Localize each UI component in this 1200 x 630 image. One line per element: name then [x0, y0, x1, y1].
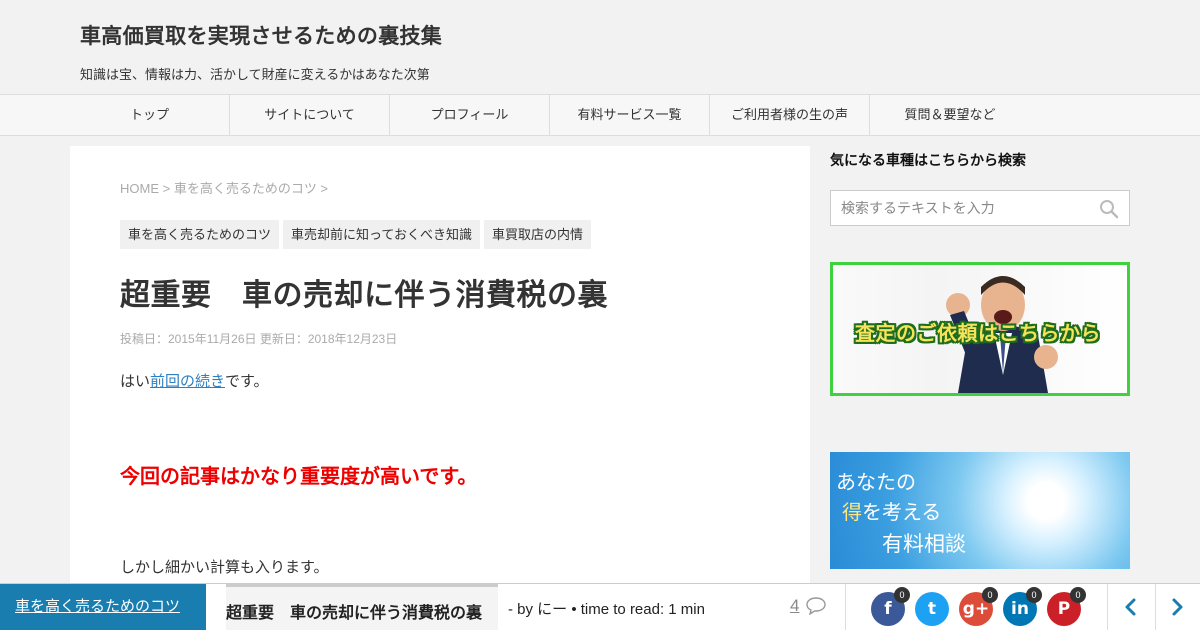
nav-item-testimonials[interactable]: ご利用者様の生の声: [710, 95, 870, 135]
bottom-post-meta: - by にー • time to read: 1 min: [508, 601, 705, 618]
consultation-banner-line2: 得を考える: [842, 496, 941, 525]
search-input[interactable]: [831, 191, 1091, 225]
tag-pre-sale-knowledge[interactable]: 車売却前に知っておくべき知識: [283, 220, 480, 249]
intro-text-after: です。: [225, 373, 269, 390]
category-tags: 車を高く売るためのコツ 車売却前に知っておくべき知識 車買取店の内情: [120, 220, 591, 249]
linkedin-share-count: 0: [1026, 587, 1042, 603]
tag-dealer-insider[interactable]: 車買取店の内情: [483, 220, 591, 249]
site-title[interactable]: 車高価買取を実現させるための裏技集: [80, 20, 442, 50]
bottom-divider: [845, 584, 846, 630]
breadcrumb[interactable]: HOME > 車を高く売るためのコツ >: [120, 178, 328, 197]
twitter-glyph: t: [927, 599, 937, 619]
nav-item-top[interactable]: トップ: [70, 95, 230, 135]
nav-item-services[interactable]: 有料サービス一覧: [550, 95, 710, 135]
comment-count[interactable]: 4: [790, 596, 799, 616]
bottom-post-title: 超重要 車の売却に伴う消費税の裏: [226, 605, 483, 622]
post-title: 超重要 車の売却に伴う消費税の裏: [120, 279, 608, 312]
consultation-banner-line1: あなたの: [836, 472, 916, 494]
nav-item-questions[interactable]: 質問＆要望など: [870, 95, 1030, 135]
tag-sell-tips[interactable]: 車を高く売るためのコツ: [120, 220, 280, 249]
facebook-share-count: 0: [894, 587, 910, 603]
emphasis-paragraph: 今回の記事はかなり重要度が高いです。: [120, 466, 478, 488]
pinterest-share-count: 0: [1070, 587, 1086, 603]
nav-item-about[interactable]: サイトについて: [230, 95, 390, 135]
search-icon[interactable]: [1099, 199, 1119, 219]
article: HOME > 車を高く売るためのコツ > 車を高く売るためのコツ 車売却前に知っ…: [70, 146, 810, 606]
intro-text-before: はい: [120, 373, 151, 390]
site-description: 知識は宝、情報は力、活かして財産に変えるかはあなた次第: [80, 67, 430, 82]
consultation-banner-accent: 得: [842, 502, 862, 524]
main-nav: トップ サイトについて プロフィール 有料サービス一覧 ご利用者様の生の声 質問…: [0, 94, 1200, 136]
sidebar-search: [830, 190, 1130, 226]
bottom-divider: [1107, 584, 1108, 630]
facebook-glyph: f: [884, 599, 892, 619]
appraisal-request-banner[interactable]: 査定のご依頼はこちらから: [830, 262, 1130, 396]
intro-paragraph: はい前回の続きです。: [120, 370, 269, 391]
nav-item-profile[interactable]: プロフィール: [390, 95, 550, 135]
google-plus-share-count: 0: [982, 587, 998, 603]
bottom-category-link[interactable]: 車を高く売るためのコツ: [0, 584, 206, 630]
body-paragraph: しかし細かい計算も入ります。: [120, 559, 329, 576]
bottom-title-box: 超重要 車の売却に伴う消費税の裏: [226, 584, 498, 630]
appraisal-banner-text: 査定のご依頼はこちらから: [855, 323, 1101, 345]
consultation-banner-line3: 有料相談: [882, 533, 966, 556]
post-dates: 投稿日：2015年11月26日 更新日：2018年12月23日: [120, 332, 398, 346]
previous-post-icon[interactable]: [1120, 596, 1142, 618]
site-header: 車高価買取を実現させるための裏技集 知識は宝、情報は力、活かして財産に変えるかは…: [0, 0, 1200, 94]
sticky-bottom-bar: 車を高く売るためのコツ 超重要 車の売却に伴う消費税の裏 - by にー • t…: [0, 583, 1200, 630]
previous-post-link[interactable]: 前回の続き: [150, 373, 225, 390]
consultation-banner-line2-rest: を考える: [862, 502, 942, 524]
linkedin-glyph: in: [1011, 599, 1029, 619]
comment-bubble-icon[interactable]: [806, 597, 826, 615]
next-post-icon[interactable]: [1166, 596, 1188, 618]
bottom-divider: [1155, 584, 1156, 630]
sidebar-search-heading: 気になる車種はこちらから検索: [830, 152, 1026, 168]
twitter-share-icon[interactable]: t: [915, 592, 949, 626]
paid-consultation-banner[interactable]: あなたの 得を考える 有料相談: [830, 452, 1130, 569]
pinterest-glyph: P: [1057, 599, 1071, 619]
